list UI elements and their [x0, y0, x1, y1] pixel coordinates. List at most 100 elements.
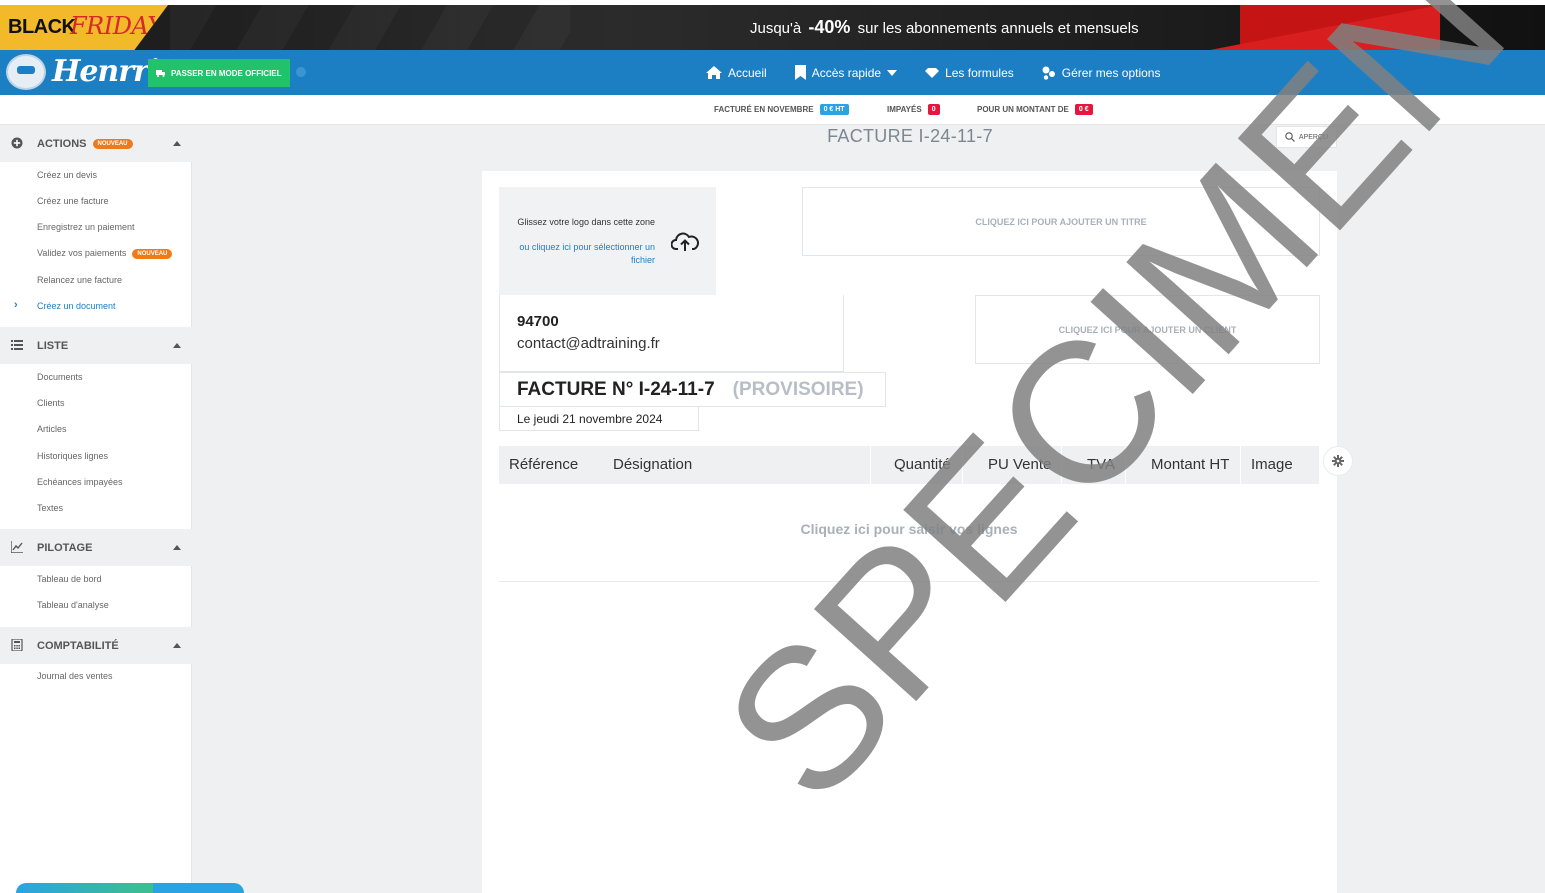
- nav-item-acces-rapide[interactable]: Accès rapide: [794, 65, 898, 80]
- sidebar-item-textes[interactable]: Textes: [37, 503, 63, 513]
- stat-unpaid-value: 0: [927, 104, 940, 115]
- sidebar-item-creez-document[interactable]: Créez un document: [37, 301, 116, 311]
- main-navbar: Henrri PASSER EN MODE OFFICIEL Accueil A…: [0, 50, 1545, 95]
- new-badge: NOUVEAU: [132, 248, 173, 259]
- preview-button[interactable]: APERÇU: [1276, 126, 1337, 148]
- column-header-quantite: Quantité: [894, 456, 951, 473]
- stat-amount: POUR UN MONTANT DE 0 €: [977, 104, 1093, 115]
- nav-label: Gérer mes options: [1061, 65, 1161, 80]
- column-header-pu-vente: PU Vente: [988, 456, 1052, 473]
- column-header-reference: Référence: [509, 456, 579, 473]
- column-divider: [1061, 446, 1062, 484]
- collapse-caret-icon: [173, 343, 181, 348]
- nav-item-options[interactable]: Gérer mes options: [1042, 65, 1161, 80]
- truck-icon: [156, 70, 165, 77]
- promo-banner[interactable]: BLACK FRIDAY Jusqu'à -40% sur les abonne…: [0, 5, 1545, 50]
- table-settings-button[interactable]: [1323, 446, 1353, 476]
- column-header-tva: TVA: [1087, 456, 1116, 473]
- brand-logo[interactable]: Henrri: [6, 54, 159, 90]
- logo-drop-text: Glissez votre logo dans cette zone: [517, 217, 655, 227]
- sidebar-section-title: ACTIONS NOUVEAU: [37, 138, 133, 150]
- sidebar-item-tableau-analyse[interactable]: Tableau d'analyse: [37, 600, 109, 610]
- column-header-designation: Désignation: [613, 456, 693, 473]
- invoice-number[interactable]: FACTURE N° I-24-11-7 (PROVISOIRE): [499, 372, 886, 407]
- invoice-date[interactable]: Le jeudi 21 novembre 2024: [499, 407, 699, 431]
- add-title-field[interactable]: CLIQUEZ ICI POUR AJOUTER UN TITRE: [802, 187, 1320, 256]
- sidebar-item-enregistrez-paiement[interactable]: Enregistrez un paiement: [37, 222, 135, 232]
- invoice-number-value: FACTURE N° I-24-11-7: [517, 378, 715, 400]
- sidebar-item-creez-facture[interactable]: Créez une facture: [37, 196, 109, 206]
- invoice-status: (PROVISOIRE): [732, 378, 864, 400]
- nav-menu: Accueil Accès rapide Les formules Gérer …: [706, 50, 1188, 95]
- sidebar-item-historiques-lignes[interactable]: Historiques lignes: [37, 451, 108, 461]
- gear-icon: [1332, 455, 1344, 467]
- logo-drop-link[interactable]: ou cliquez ici pour sélectionner un fich…: [515, 241, 655, 267]
- page-title: FACTURE I-24-11-7: [827, 126, 993, 146]
- collapse-caret-icon: [173, 643, 181, 648]
- sidebar-item-tableau-de-bord[interactable]: Tableau de bord: [37, 574, 102, 584]
- sidebar-item-relancez-facture[interactable]: Relancez une facture: [37, 275, 122, 285]
- sidebar-section-comptabilite[interactable]: COMPTABILITÉ: [0, 627, 192, 664]
- stat-amount-value: 0 €: [1074, 104, 1093, 115]
- column-divider: [1240, 446, 1241, 484]
- stat-label: POUR UN MONTANT DE: [977, 105, 1069, 114]
- sidebar-item-clients[interactable]: Clients: [37, 398, 65, 408]
- collapse-caret-icon: [173, 545, 181, 550]
- chat-widget-bar[interactable]: [16, 883, 244, 893]
- nav-item-accueil[interactable]: Accueil: [706, 66, 767, 80]
- stat-billed-value: 0 € HT: [819, 104, 849, 115]
- stat-billed: FACTURÉ EN NOVEMBRE 0 € HT: [714, 104, 849, 115]
- column-divider: [870, 446, 871, 484]
- stat-label: IMPAYÉS: [887, 105, 922, 114]
- sidebar-item-articles[interactable]: Articles: [37, 424, 67, 434]
- sender-zip: 94700: [517, 313, 559, 330]
- official-mode-button[interactable]: PASSER EN MODE OFFICIEL: [148, 59, 290, 87]
- black-friday-logo-friday: FRIDAY: [70, 12, 163, 40]
- nav-item-formules[interactable]: Les formules: [925, 66, 1014, 80]
- sidebar: ACTIONS NOUVEAU Créez un devis Créez une …: [0, 125, 192, 893]
- promo-discount: -40%: [808, 17, 851, 37]
- column-divider: [1125, 446, 1126, 484]
- sidebar-section-liste[interactable]: LISTE: [0, 327, 192, 364]
- sidebar-section-pilotage[interactable]: PILOTAGE: [0, 529, 192, 566]
- caret-down-icon: [887, 69, 898, 76]
- list-icon: [11, 340, 23, 350]
- calculator-icon: [11, 639, 23, 651]
- black-friday-logo-black: BLACK: [8, 16, 76, 38]
- column-header-montant-ht: Montant HT: [1151, 456, 1230, 473]
- stat-unpaid[interactable]: IMPAYÉS 0: [887, 104, 940, 115]
- invoice-editor: Glissez votre logo dans cette zone ou cl…: [482, 171, 1337, 893]
- sidebar-item-creez-devis[interactable]: Créez un devis: [37, 170, 97, 180]
- sidebar-section-title: COMPTABILITÉ: [37, 639, 119, 652]
- options-icon: [1042, 66, 1055, 80]
- bookmark-icon: [794, 65, 806, 80]
- nav-label: Accueil: [728, 65, 767, 80]
- nav-label: Accès rapide: [811, 65, 882, 80]
- search-icon: [1285, 132, 1295, 142]
- column-divider: [962, 446, 963, 484]
- sidebar-section-title: PILOTAGE: [37, 541, 93, 554]
- new-badge: NOUVEAU: [92, 138, 133, 149]
- stat-label: FACTURÉ EN NOVEMBRE: [714, 105, 814, 114]
- lines-divider: [499, 581, 1319, 582]
- promo-text-prefix: Jusqu'à: [750, 20, 802, 37]
- sender-email: contact@adtraining.fr: [517, 335, 660, 352]
- black-friday-logo: BLACK FRIDAY: [0, 5, 168, 50]
- add-client-field[interactable]: CLIQUEZ ICI POUR AJOUTER UN CLIENT: [975, 295, 1320, 364]
- nav-label: Les formules: [945, 65, 1014, 80]
- chart-line-icon: [11, 541, 23, 553]
- sidebar-item-validez-paiements[interactable]: Validez vos paiements NOUVEAU: [37, 248, 173, 259]
- sender-address[interactable]: 94700 contact@adtraining.fr: [499, 295, 844, 372]
- logo-dropzone[interactable]: Glissez votre logo dans cette zone ou cl…: [499, 187, 716, 295]
- sidebar-section-actions[interactable]: ACTIONS NOUVEAU: [0, 125, 192, 162]
- info-icon[interactable]: [296, 67, 306, 77]
- official-mode-label: PASSER EN MODE OFFICIEL: [171, 68, 282, 78]
- sidebar-section-title: LISTE: [37, 339, 69, 352]
- sidebar-item-journal-ventes[interactable]: Journal des ventes: [37, 671, 113, 681]
- lines-table-header: Référence Désignation Quantité PU Vente …: [499, 446, 1319, 484]
- add-lines-placeholder[interactable]: Cliquez ici pour saisir vos lignes: [499, 521, 1319, 537]
- preview-label: APERÇU: [1298, 133, 1329, 141]
- sidebar-item-documents[interactable]: Documents: [37, 372, 83, 382]
- sidebar-item-echeances-impayees[interactable]: Echéances impayées: [37, 477, 123, 487]
- home-icon: [706, 66, 722, 79]
